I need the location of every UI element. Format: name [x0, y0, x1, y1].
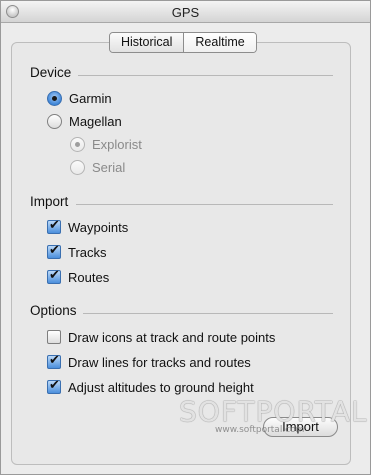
tab-historical[interactable]: Historical: [110, 33, 184, 52]
import-button[interactable]: Import: [263, 417, 338, 437]
draw-icons-label: Draw icons at track and route points: [68, 329, 276, 345]
draw-lines-label: Draw lines for tracks and routes: [68, 354, 251, 370]
explorist-radio: [70, 136, 85, 152]
option-adjust-altitudes[interactable]: Adjust altitudes to ground height: [47, 378, 254, 396]
device-option-garmin[interactable]: Garmin: [47, 89, 112, 107]
tab-realtime[interactable]: Realtime: [183, 33, 256, 52]
import-item-waypoints[interactable]: Waypoints: [47, 218, 128, 236]
title-bar[interactable]: GPS: [1, 1, 370, 23]
waypoints-checkbox[interactable]: [47, 218, 61, 234]
device-divider: [78, 75, 333, 76]
adjust-altitudes-checkbox[interactable]: [47, 378, 61, 394]
options-section-title: Options: [30, 303, 77, 318]
mode-segmented-control: Historical Realtime: [109, 32, 257, 53]
routes-checkbox[interactable]: [47, 268, 61, 284]
magellan-option-explorist: Explorist: [70, 135, 142, 153]
garmin-radio[interactable]: [47, 90, 62, 106]
import-item-routes[interactable]: Routes: [47, 268, 109, 286]
tracks-checkbox[interactable]: [47, 243, 61, 259]
waypoints-label: Waypoints: [68, 219, 129, 235]
adjust-altitudes-label: Adjust altitudes to ground height: [68, 379, 254, 395]
routes-label: Routes: [68, 269, 110, 285]
serial-radio: [70, 159, 85, 175]
device-option-magellan[interactable]: Magellan: [47, 112, 122, 130]
draw-icons-checkbox[interactable]: [47, 330, 61, 344]
draw-lines-checkbox[interactable]: [47, 353, 61, 369]
serial-label: Serial: [92, 159, 126, 175]
explorist-label: Explorist: [92, 136, 142, 152]
option-draw-lines[interactable]: Draw lines for tracks and routes: [47, 353, 251, 371]
magellan-option-serial: Serial: [70, 158, 125, 176]
import-divider: [76, 204, 333, 205]
import-section-title: Import: [30, 194, 69, 209]
magellan-radio[interactable]: [47, 113, 62, 129]
window-title: GPS: [171, 5, 200, 20]
device-section-title: Device: [30, 65, 72, 80]
options-divider: [83, 313, 333, 314]
gps-window: GPS Historical Realtime Device Garmin Ma…: [0, 0, 371, 475]
tracks-label: Tracks: [68, 244, 107, 260]
import-item-tracks[interactable]: Tracks: [47, 243, 107, 261]
magellan-label: Magellan: [69, 113, 122, 129]
garmin-label: Garmin: [69, 90, 112, 106]
option-draw-icons[interactable]: Draw icons at track and route points: [47, 328, 275, 346]
